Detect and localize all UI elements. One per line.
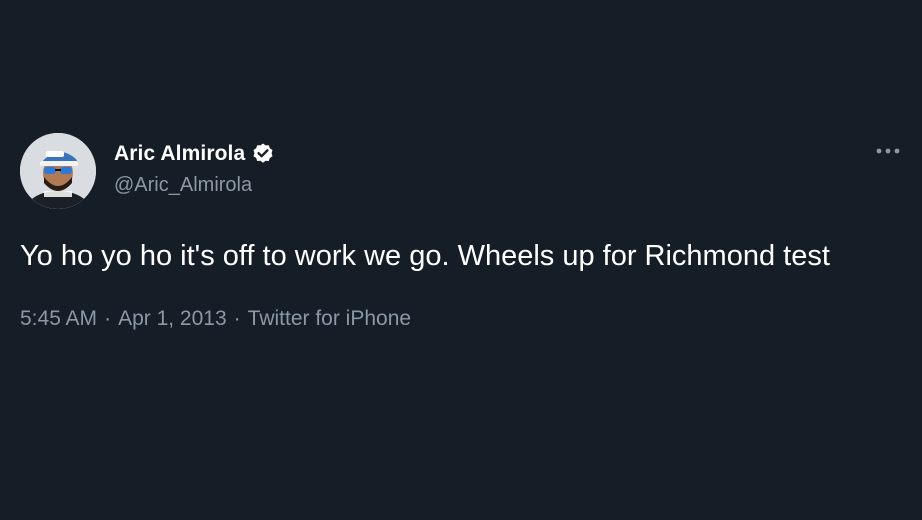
avatar-image [20, 133, 96, 209]
display-name-row: Aric Almirola [114, 140, 275, 168]
tweet-meta: 5:45 AM · Apr 1, 2013 · Twitter for iPho… [20, 307, 902, 331]
verified-badge-icon [251, 142, 275, 166]
meta-separator: · [104, 307, 112, 330]
author-names: Aric Almirola @Aric_Almirola [114, 140, 275, 197]
tweet-card: Aric Almirola @Aric_Almirola Yo ho yo ho… [20, 133, 902, 331]
tweet-header: Aric Almirola @Aric_Almirola [20, 133, 902, 211]
tweet-source[interactable]: Twitter for iPhone [248, 307, 411, 331]
tweet-text: Yo ho yo ho it's off to work we go. Whee… [20, 240, 830, 272]
meta-separator: · [233, 307, 241, 330]
tweet-date[interactable]: Apr 1, 2013 [118, 307, 227, 331]
display-name[interactable]: Aric Almirola [114, 142, 245, 166]
avatar[interactable] [20, 133, 96, 209]
tweet-page: Aric Almirola @Aric_Almirola Yo ho yo ho… [0, 0, 922, 520]
more-horizontal-icon[interactable] [874, 142, 902, 160]
handle[interactable]: @Aric_Almirola [114, 174, 275, 197]
tweet-time[interactable]: 5:45 AM [20, 307, 97, 331]
